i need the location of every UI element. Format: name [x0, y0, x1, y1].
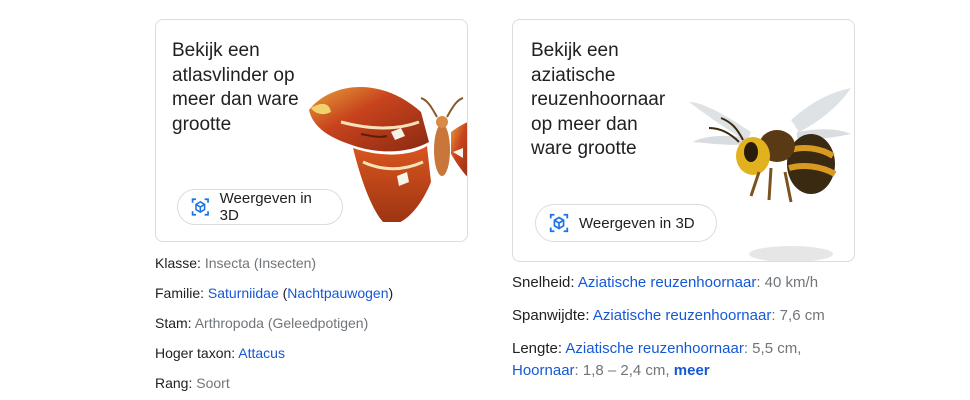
fact-key: Rang:	[155, 375, 197, 391]
fact-spanwijdte: Spanwijdte: Aziatische reuzenhoornaar: 7…	[512, 307, 825, 324]
fact-key: Hoger taxon:	[155, 345, 239, 361]
more-link[interactable]: meer	[674, 362, 710, 379]
fact-stam: Stam: Arthropoda (Geleedpotigen)	[155, 315, 368, 331]
fact-value: : 1,8 – 2,4 cm,	[574, 362, 674, 379]
fact-value: Soort	[196, 375, 230, 391]
fact-key: Familie:	[155, 285, 208, 301]
fact-value: Insecta (Insecten)	[204, 255, 317, 271]
view-in-3d-label: Weergeven in 3D	[219, 190, 312, 224]
fact-key: Snelheid:	[512, 274, 578, 291]
fact-separator: (	[278, 285, 288, 301]
fact-lengte: Lengte: Aziatische reuzenhoornaar: 5,5 c…	[512, 340, 801, 357]
fact-value: : 5,5 cm,	[743, 340, 802, 357]
cube-3d-icon	[191, 198, 209, 216]
hoornaar-link[interactable]: Hoornaar	[512, 362, 575, 379]
fact-key: Spanwijdte:	[512, 307, 593, 324]
fact-key: Lengte:	[512, 340, 566, 357]
view-in-3d-button[interactable]: Weergeven in 3D	[177, 189, 343, 225]
fact-hoger-taxon: Hoger taxon: Attacus	[155, 345, 285, 361]
fact-separator: )	[388, 285, 394, 301]
fact-key: Klasse:	[155, 255, 205, 271]
aziatische-reuzenhoornaar-link[interactable]: Aziatische reuzenhoornaar	[593, 307, 771, 324]
fact-value: : 40 km/h	[756, 274, 819, 291]
atlas-moth-card-title: Bekijk een atlasvlinder op meer dan ware…	[172, 40, 299, 135]
fact-snelheid: Snelheid: Aziatische reuzenhoornaar: 40 …	[512, 274, 818, 291]
atlas-moth-card[interactable]: Bekijk een atlasvlinder op meer dan ware…	[155, 19, 468, 242]
view-in-3d-button[interactable]: Weergeven in 3D	[535, 204, 717, 242]
view-in-3d-label: Weergeven in 3D	[579, 214, 695, 232]
aziatische-reuzenhoornaar-link[interactable]: Aziatische reuzenhoornaar	[565, 340, 743, 357]
cube-3d-icon	[549, 213, 569, 233]
fact-klasse: Klasse: Insecta (Insecten)	[155, 255, 316, 271]
saturniidae-link[interactable]: Saturniidae	[208, 285, 279, 301]
asian-hornet-card[interactable]: Bekijk een aziatische reuzenhoornaar op …	[512, 19, 855, 262]
fact-rang: Rang: Soort	[155, 375, 230, 391]
attacus-link[interactable]: Attacus	[238, 345, 285, 361]
asian-hornet-card-title: Bekijk een aziatische reuzenhoornaar op …	[531, 40, 666, 159]
fact-lengte-cont: Hoornaar: 1,8 – 2,4 cm, meer	[512, 362, 710, 379]
fact-value: Arthropoda (Geleedpotigen)	[194, 315, 369, 331]
fact-value: : 7,6 cm	[771, 307, 825, 324]
aziatische-reuzenhoornaar-link[interactable]: Aziatische reuzenhoornaar	[578, 274, 756, 291]
nachtpauwogen-link[interactable]: Nachtpauwogen	[287, 285, 388, 301]
fact-key: Stam:	[155, 315, 195, 331]
fact-familie: Familie: Saturniidae (Nachtpauwogen)	[155, 285, 393, 301]
